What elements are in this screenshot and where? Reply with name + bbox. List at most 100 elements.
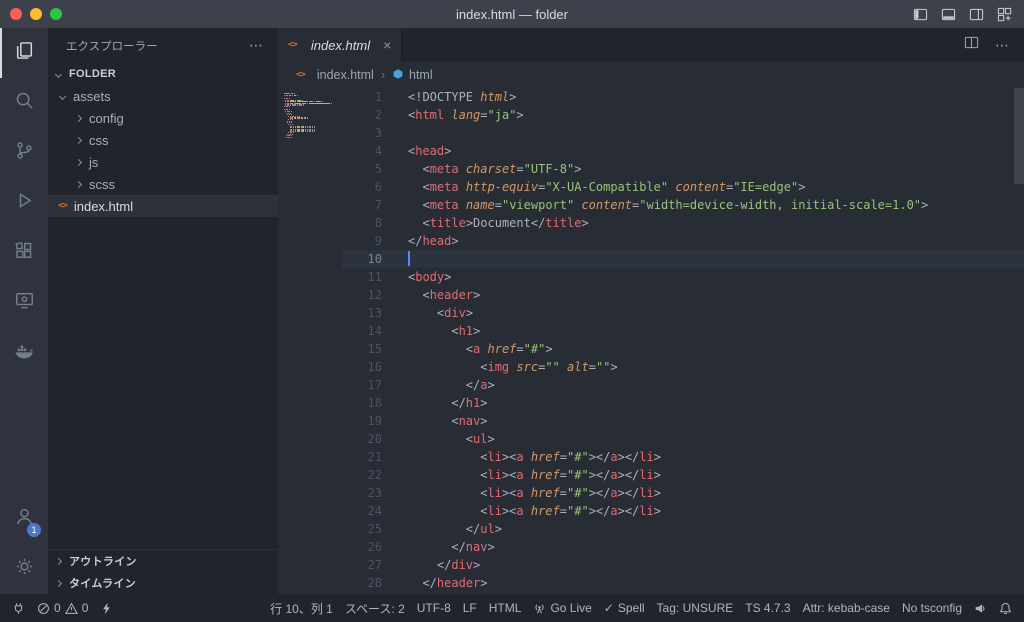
titlebar-layout-controls <box>913 7 1024 22</box>
status-notifications[interactable] <box>993 594 1018 622</box>
split-editor-icon[interactable] <box>964 35 979 55</box>
timeline-section-header[interactable]: タイムライン <box>48 572 278 594</box>
code-line-15[interactable]: 15 <a href="#"> <box>342 340 1024 358</box>
minimap-segment <box>295 130 296 131</box>
code-token: < <box>408 288 430 302</box>
customize-layout-icon[interactable] <box>997 7 1012 22</box>
code-line-3[interactable]: 3 <box>342 124 1024 142</box>
breadcrumb-file[interactable]: <> index.html <box>296 68 374 82</box>
status-encoding[interactable]: UTF-8 <box>411 594 457 622</box>
activity-source-control-button[interactable] <box>0 128 48 178</box>
status-eol[interactable]: LF <box>457 594 483 622</box>
code-line-19[interactable]: 19 <nav> <box>342 412 1024 430</box>
minimap-segment <box>293 130 294 131</box>
close-tab-icon[interactable]: × <box>383 37 391 53</box>
status-indentation[interactable]: スペース: 2 <box>339 594 411 622</box>
status-remote-indicator[interactable] <box>6 594 31 622</box>
code-line-23[interactable]: 23 <li><a href="#"></a></li> <box>342 484 1024 502</box>
close-window-button[interactable] <box>10 8 22 20</box>
activity-explorer-button[interactable] <box>0 28 48 78</box>
activity-bar: 1 <box>0 28 48 594</box>
settings-button[interactable] <box>0 544 48 594</box>
status-tag-case[interactable]: Tag: UNSURE <box>651 594 740 622</box>
tree-item-js[interactable]: js <box>48 151 278 173</box>
status-bar: 00 行 10、列 1スペース: 2UTF-8LFHTMLGo Live✓Spe… <box>0 594 1024 622</box>
code-line-8[interactable]: 8 <title>Document</title> <box>342 214 1024 232</box>
status-language-mode[interactable]: HTML <box>483 594 528 622</box>
tab-index-html[interactable]: <> index.html × <box>278 28 402 62</box>
toggle-sidebar-icon[interactable] <box>913 7 928 22</box>
code-line-13[interactable]: 13 <div> <box>342 304 1024 322</box>
folder-section-header[interactable]: FOLDER <box>48 63 278 85</box>
code-line-4[interactable]: 4<head> <box>342 142 1024 160</box>
status-spell[interactable]: ✓Spell <box>598 594 651 622</box>
code-token: > <box>473 288 480 302</box>
tree-item-config[interactable]: config <box>48 107 278 129</box>
code-token: ></ <box>618 468 640 482</box>
breadcrumb-symbol[interactable]: html <box>392 68 433 83</box>
code-line-2[interactable]: 2<html lang="ja"> <box>342 106 1024 124</box>
code-line-22[interactable]: 22 <li><a href="#"></a></li> <box>342 466 1024 484</box>
status-typescript-version[interactable]: TS 4.7.3 <box>739 594 796 622</box>
line-number: 13 <box>342 304 382 322</box>
tree-item-assets[interactable]: assets <box>48 85 278 107</box>
code-token <box>524 450 531 464</box>
vertical-scrollbar[interactable] <box>1014 88 1024 184</box>
activity-docker-button[interactable] <box>0 328 48 378</box>
tree-item-label: index.html <box>74 199 133 214</box>
minimap-segment <box>304 117 305 118</box>
tree-item-label: css <box>89 133 109 148</box>
toggle-panel-icon[interactable] <box>941 7 956 22</box>
code-line-1[interactable]: 1<!DOCTYPE html> <box>342 88 1024 106</box>
minimize-window-button[interactable] <box>30 8 42 20</box>
code-token: "X-UA-Compatible" <box>545 180 668 194</box>
code-line-6[interactable]: 6 <meta http-equiv="X-UA-Compatible" con… <box>342 178 1024 196</box>
code-editor[interactable]: 1<!DOCTYPE html>2<html lang="ja">34<head… <box>342 88 1024 594</box>
code-line-12[interactable]: 12 <header> <box>342 286 1024 304</box>
status-announcement[interactable] <box>968 594 993 622</box>
outline-section-header[interactable]: アウトライン <box>48 550 278 572</box>
code-line-21[interactable]: 21 <li><a href="#"></a></li> <box>342 448 1024 466</box>
code-line-16[interactable]: 16 <img src="" alt=""> <box>342 358 1024 376</box>
code-line-17[interactable]: 17 </a> <box>342 376 1024 394</box>
code-token: </ <box>408 558 451 572</box>
code-line-10[interactable]: 10 <box>342 250 1024 268</box>
activity-extensions-button[interactable] <box>0 228 48 278</box>
sidebar-more-actions-icon[interactable]: ⋯ <box>249 37 264 54</box>
code-line-20[interactable]: 20 <ul> <box>342 430 1024 448</box>
code-line-content: </h1> <box>382 394 487 412</box>
minimap[interactable] <box>280 91 342 141</box>
code-line-24[interactable]: 24 <li><a href="#"></a></li> <box>342 502 1024 520</box>
activity-run-debug-button[interactable] <box>0 178 48 228</box>
status-go-live[interactable]: Go Live <box>527 594 597 622</box>
code-line-26[interactable]: 26 </nav> <box>342 538 1024 556</box>
code-line-18[interactable]: 18 </h1> <box>342 394 1024 412</box>
code-line-content: </div> <box>382 556 480 574</box>
code-line-9[interactable]: 9</head> <box>342 232 1024 250</box>
status-bolt[interactable] <box>94 594 119 622</box>
toggle-secondary-sidebar-icon[interactable] <box>969 7 984 22</box>
code-line-5[interactable]: 5 <meta charset="UTF-8"> <box>342 160 1024 178</box>
code-line-11[interactable]: 11<body> <box>342 268 1024 286</box>
code-token: alt <box>567 360 589 374</box>
status-attr-case[interactable]: Attr: kebab-case <box>797 594 896 622</box>
activity-search-button[interactable] <box>0 78 48 128</box>
code-line-25[interactable]: 25 </ul> <box>342 520 1024 538</box>
status-cursor-position[interactable]: 行 10、列 1 <box>264 594 339 622</box>
zoom-window-button[interactable] <box>50 8 62 20</box>
code-line-7[interactable]: 7 <meta name="viewport" content="width=d… <box>342 196 1024 214</box>
tree-item-css[interactable]: css <box>48 129 278 151</box>
status-problems[interactable]: 00 <box>31 594 94 622</box>
editor-more-actions-icon[interactable]: ⋯ <box>995 37 1010 54</box>
code-line-28[interactable]: 28 </header> <box>342 574 1024 592</box>
activity-remote-explorer-button[interactable] <box>0 278 48 328</box>
accounts-button[interactable]: 1 <box>0 494 48 544</box>
tree-item-scss[interactable]: scss <box>48 173 278 195</box>
line-number: 6 <box>342 178 382 196</box>
folder-section-label: FOLDER <box>69 68 116 80</box>
status-tsconfig[interactable]: No tsconfig <box>896 594 968 622</box>
code-token: a <box>516 450 523 464</box>
code-line-27[interactable]: 27 </div> <box>342 556 1024 574</box>
code-line-14[interactable]: 14 <h1> <box>342 322 1024 340</box>
tree-item-index.html[interactable]: <>index.html <box>48 195 278 217</box>
